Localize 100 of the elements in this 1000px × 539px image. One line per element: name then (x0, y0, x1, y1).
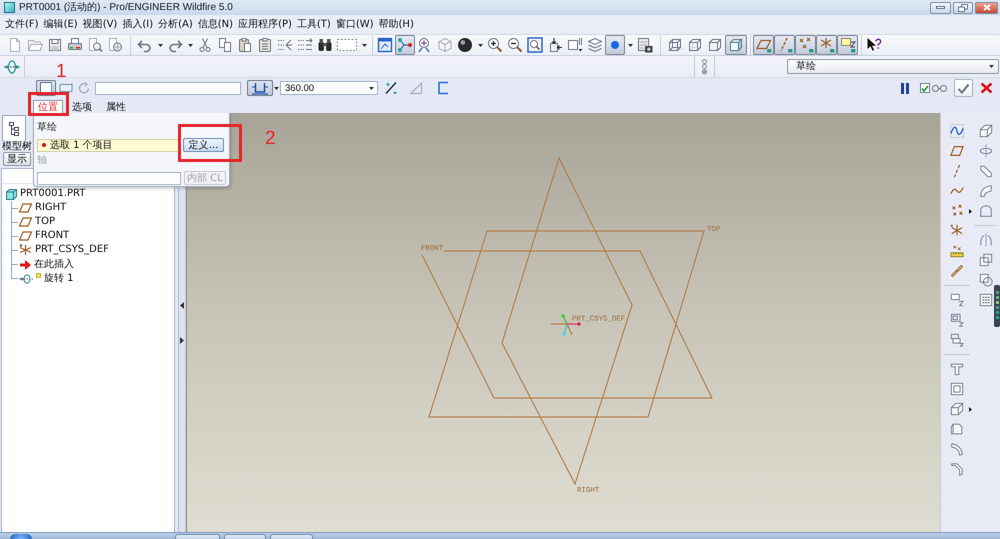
draft-box-icon[interactable] (950, 422, 964, 436)
menu-item[interactable]: 分析(A) (156, 17, 195, 32)
pause-icon[interactable] (901, 82, 909, 94)
angle-dropdown[interactable]: 360.00 (280, 81, 378, 95)
define-button[interactable]: 定义... (183, 138, 224, 152)
caret-icon[interactable] (188, 44, 192, 46)
revolve-axis-icon[interactable] (979, 144, 993, 158)
caret-icon[interactable] (362, 44, 366, 46)
taskbar-button[interactable] (270, 534, 313, 539)
t-profile-icon[interactable] (950, 362, 964, 376)
input-field[interactable] (95, 82, 241, 94)
minimize-button[interactable] (930, 2, 951, 14)
blend-surface-icon[interactable] (979, 184, 993, 198)
caret-icon[interactable] (369, 86, 374, 90)
start-orb-icon[interactable] (10, 534, 32, 539)
part-cube-icon (6, 188, 17, 200)
revolve-icon (19, 274, 33, 284)
ruler-points-icon[interactable] (950, 244, 964, 258)
corner-box-icon[interactable] (950, 402, 964, 416)
expand-arrow-icon[interactable] (180, 336, 184, 344)
annotation-frame (178, 124, 242, 162)
menu-item[interactable]: 编辑(E) (42, 17, 80, 32)
chain-link-icon[interactable] (950, 264, 964, 278)
nested-square-icon[interactable] (950, 382, 964, 396)
tree-item[interactable]: TOP (35, 216, 56, 228)
close-icon[interactable] (980, 82, 993, 94)
menu-item[interactable]: 文件(F) (3, 17, 41, 32)
tree-item[interactable]: 旋转 1 (44, 272, 74, 285)
menu-item[interactable]: 窗口(W) (334, 17, 376, 32)
minimize-icon[interactable] (936, 6, 945, 9)
datum-points-icon[interactable] (950, 204, 964, 218)
angle-mode-button[interactable] (247, 80, 273, 96)
framed-label-icon[interactable] (950, 313, 964, 327)
menu-item[interactable]: 帮助(H) (376, 17, 416, 32)
bracket-icon[interactable] (437, 81, 449, 95)
close-button[interactable] (975, 2, 998, 14)
panel-title: 模型树 (1, 141, 32, 152)
tree-item[interactable]: PRT0001.PRT (20, 188, 86, 200)
taskbar-button[interactable] (175, 534, 220, 539)
step-number: 2 (265, 130, 276, 147)
tree-icon (9, 122, 19, 136)
coordinate-system-icon (19, 244, 32, 256)
flyout-arrow-icon[interactable] (969, 209, 972, 214)
dashboard-tab[interactable]: 位置 (33, 100, 63, 113)
surface-icon[interactable] (59, 82, 73, 94)
stacked-circles-icon (701, 58, 708, 74)
tree-item[interactable]: FRONT (35, 230, 70, 242)
dashboard-tab[interactable]: 选项 (67, 100, 97, 113)
chamfer-edge-icon[interactable] (950, 462, 964, 476)
menu-item[interactable]: 工具(T) (294, 17, 333, 32)
rect-label-icon[interactable] (950, 293, 964, 307)
box-circle-icon[interactable] (979, 273, 993, 287)
tree-item[interactable]: PRT_CSYS_DEF (35, 244, 109, 256)
grid-pattern-icon[interactable] (979, 293, 993, 307)
coordinate-system-icon[interactable] (950, 224, 964, 238)
solid-square-icon[interactable] (40, 82, 52, 94)
sketch-label: 草绘 (37, 122, 57, 134)
glasses-icon[interactable] (932, 84, 947, 92)
collapse-arrow-icon[interactable] (180, 302, 184, 308)
tree-item[interactable]: RIGHT (35, 202, 66, 214)
u-dimension-icon[interactable] (251, 82, 269, 94)
extrude-box-icon[interactable] (979, 124, 993, 138)
restore-icon[interactable] (958, 4, 968, 12)
menu-item[interactable]: 应用程序(P) (236, 17, 294, 32)
caret-icon[interactable] (158, 44, 162, 46)
caret-icon[interactable] (628, 44, 632, 46)
step-number: 1 (56, 63, 67, 80)
tree-item[interactable]: 在此插入 (34, 258, 74, 271)
caret-icon[interactable] (478, 44, 482, 46)
window-title: PRT0001 (活动的) - Pro/ENGINEER Wildfire 5.0 (19, 1, 233, 14)
checkmark-icon (957, 82, 970, 94)
restore-button[interactable] (953, 2, 973, 14)
round-edge-icon[interactable] (950, 442, 964, 456)
merged-boxes-icon[interactable] (979, 253, 993, 267)
menu-item[interactable]: 信息(N) (196, 17, 236, 32)
flip-arrows-icon[interactable] (384, 81, 398, 95)
filter-dropdown[interactable]: 草绘 (787, 59, 999, 74)
caret-icon[interactable] (989, 65, 994, 68)
stacked-labels-icon[interactable] (950, 333, 964, 347)
ok-button[interactable] (954, 79, 973, 97)
taskbar-button[interactable] (224, 534, 266, 539)
sketch-curve-icon[interactable] (950, 124, 964, 138)
menu-item[interactable]: 插入(I) (120, 17, 156, 32)
arch-icon[interactable] (979, 204, 993, 218)
mirror-icon[interactable] (979, 233, 993, 247)
datum-plane-icon[interactable] (950, 144, 964, 158)
app-icon (4, 2, 15, 13)
sketch-collector-field[interactable]: 选取 1 个项目 (37, 138, 180, 152)
show-button[interactable]: 显示 (3, 152, 31, 166)
model-tree-tab[interactable] (2, 115, 26, 141)
dashboard-tab[interactable]: 属性 (101, 100, 131, 113)
level-meter-icon (994, 285, 1000, 327)
sweep-shape-icon[interactable] (979, 164, 993, 178)
caret-icon[interactable] (274, 86, 279, 90)
annotation-frame (28, 92, 69, 116)
revolve-axis-icon[interactable] (3, 60, 21, 74)
preview-checkbox[interactable] (920, 83, 930, 93)
menu-item[interactable]: 视图(V) (80, 17, 120, 32)
datum-plane-icon (19, 231, 32, 242)
flyout-arrow-icon[interactable] (969, 407, 972, 412)
